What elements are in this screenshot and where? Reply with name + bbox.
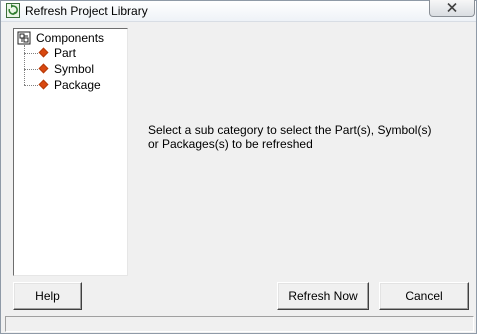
tree-root-label: Components: [36, 31, 105, 45]
tree-connector: [24, 69, 38, 70]
title-bar[interactable]: Refresh Project Library: [1, 0, 476, 22]
help-button-label: elp: [43, 289, 60, 303]
help-button-mnemonic: H: [35, 289, 44, 303]
tree-connector: [24, 85, 38, 86]
close-icon: [447, 3, 457, 12]
tree-item-label: Symbol: [54, 62, 95, 76]
status-bar: [5, 316, 474, 332]
cancel-button-mnemonic: C: [405, 289, 414, 303]
cancel-button[interactable]: Cancel: [379, 282, 469, 310]
help-button[interactable]: Help: [13, 282, 82, 310]
refresh-now-button[interactable]: Refresh Now: [277, 282, 369, 310]
refresh-icon: [6, 3, 20, 18]
components-icon: [17, 31, 31, 45]
refresh-button-label: efresh Now: [296, 289, 358, 303]
tree-item-label: Part: [54, 46, 77, 60]
cancel-button-label: ancel: [413, 289, 443, 303]
refresh-project-library-dialog: Refresh Project Library Components Part: [0, 0, 477, 334]
tree-connector: [24, 45, 25, 85]
window-title: Refresh Project Library: [25, 4, 148, 18]
tree-item-label: Package: [54, 78, 101, 92]
category-tree[interactable]: Components Part Symbol Package: [13, 28, 128, 276]
close-button[interactable]: [429, 0, 475, 17]
diamond-icon: [38, 63, 49, 74]
diamond-icon: [38, 47, 49, 58]
tree-connector: [24, 53, 38, 54]
instruction-message: Select a sub category to select the Part…: [148, 123, 432, 151]
diamond-icon: [38, 79, 49, 90]
refresh-button-mnemonic: R: [288, 289, 297, 303]
